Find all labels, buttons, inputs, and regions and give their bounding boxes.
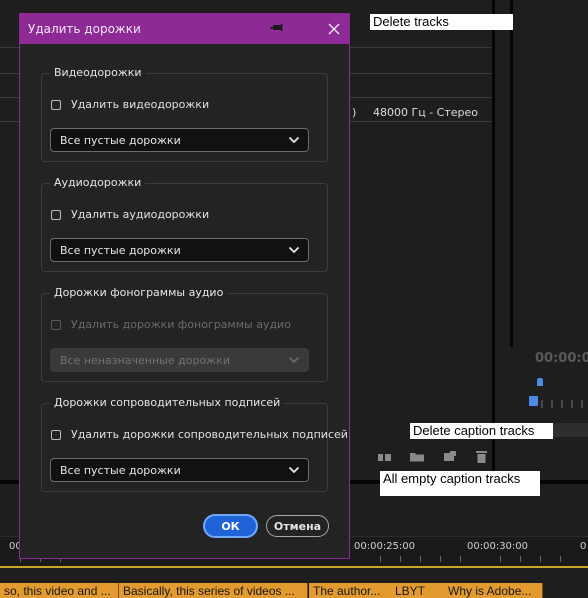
audio-meta-paren: ) xyxy=(352,106,357,119)
caption-clip[interactable]: Basically, this series of videos ... xyxy=(119,583,308,598)
delete-audio-tracks-checkbox[interactable]: Удалить аудиодорожки xyxy=(51,208,209,221)
checkbox-box[interactable] xyxy=(51,99,61,110)
delete-tracks-dialog: Удалить дорожки Видеодорожки Удалить вид… xyxy=(19,13,350,559)
mini-ruler-ticks xyxy=(541,400,583,408)
select-value: Все неназначенные дорожки xyxy=(60,353,230,367)
new-item-icon[interactable] xyxy=(444,451,456,462)
select-value: Все пустые дорожки xyxy=(60,133,181,147)
checkbox-label: Удалить дорожки фонограммы аудио xyxy=(71,318,291,331)
overlay-delete-caption-tracks: Delete caption tracks xyxy=(410,423,553,439)
video-tracks-legend: Видеодорожки xyxy=(50,66,146,79)
caption-tracks-legend: Дорожки сопроводительных подписей xyxy=(50,396,285,409)
overlay-all-empty-caption-tracks: All empty caption tracks xyxy=(380,471,540,496)
ruler-time-25: 00:00:25:00 xyxy=(354,541,416,552)
track-strip xyxy=(553,423,588,437)
submix-tracks-group: Дорожки фонограммы аудио Удалить дорожки… xyxy=(41,286,328,382)
checkbox-box[interactable] xyxy=(51,209,61,220)
close-icon[interactable] xyxy=(325,20,343,38)
chevron-down-icon xyxy=(288,136,300,144)
submix-tracks-select: Все неназначенные дорожки xyxy=(50,348,309,372)
audio-tracks-group: Аудиодорожки Удалить аудиодорожки Все пу… xyxy=(41,176,328,272)
video-tracks-group: Видеодорожки Удалить видеодорожки Все пу… xyxy=(41,66,328,162)
checkbox-box xyxy=(51,319,61,330)
checkbox-label: Удалить аудиодорожки xyxy=(71,208,210,221)
select-value: Все пустые дорожки xyxy=(60,243,181,257)
track-lanes-icon[interactable] xyxy=(378,452,392,462)
submix-tracks-legend: Дорожки фонограммы аудио xyxy=(50,286,228,299)
delete-caption-tracks-checkbox[interactable]: Удалить дорожки сопроводительных подписе… xyxy=(51,428,348,441)
chevron-down-icon xyxy=(288,466,300,474)
caption-clip[interactable]: LBYT xyxy=(391,583,445,598)
caption-tracks-group: Дорожки сопроводительных подписей Удалит… xyxy=(41,396,348,492)
trash-icon[interactable] xyxy=(476,450,487,463)
cancel-button[interactable]: Отмена xyxy=(266,515,329,537)
checkbox-box[interactable] xyxy=(51,429,61,440)
delete-video-tracks-checkbox[interactable]: Удалить видеодорожки xyxy=(51,98,209,111)
audio-format-label: 48000 Гц - Стерео xyxy=(373,106,478,119)
caption-clip[interactable]: The author... xyxy=(309,583,394,598)
dialog-titlebar[interactable]: Удалить дорожки xyxy=(20,14,349,44)
caption-clip[interactable]: so, this video and ... xyxy=(0,583,119,598)
video-tracks-select[interactable]: Все пустые дорожки xyxy=(50,128,309,152)
in-point-marker[interactable] xyxy=(529,396,538,406)
ok-button[interactable]: ОК xyxy=(203,514,258,538)
ruler-time-next: 0 xyxy=(580,541,587,552)
chevron-down-icon xyxy=(288,246,300,254)
ruler-time-30: 00:00:30:00 xyxy=(467,541,529,552)
checkbox-label: Удалить дорожки сопроводительных подписе… xyxy=(71,428,348,441)
checkbox-label: Удалить видеодорожки xyxy=(71,98,210,111)
pin-icon[interactable] xyxy=(270,22,284,34)
delete-submix-tracks-checkbox: Удалить дорожки фонограммы аудио xyxy=(51,318,291,331)
program-timecode: 00:00:00 xyxy=(535,351,588,366)
work-area-bar[interactable] xyxy=(0,566,588,568)
overlay-delete-tracks: Delete tracks xyxy=(370,14,513,30)
audio-tracks-legend: Аудиодорожки xyxy=(50,176,146,189)
caption-tracks-select[interactable]: Все пустые дорожки xyxy=(50,458,309,482)
playhead-marker[interactable] xyxy=(537,378,543,386)
dialog-title: Удалить дорожки xyxy=(28,22,141,36)
chevron-down-icon xyxy=(288,356,300,364)
folder-icon[interactable] xyxy=(410,451,424,462)
audio-tracks-select[interactable]: Все пустые дорожки xyxy=(50,238,309,262)
select-value: Все пустые дорожки xyxy=(60,463,181,477)
caption-clip[interactable]: Why is Adobe... xyxy=(444,583,543,598)
